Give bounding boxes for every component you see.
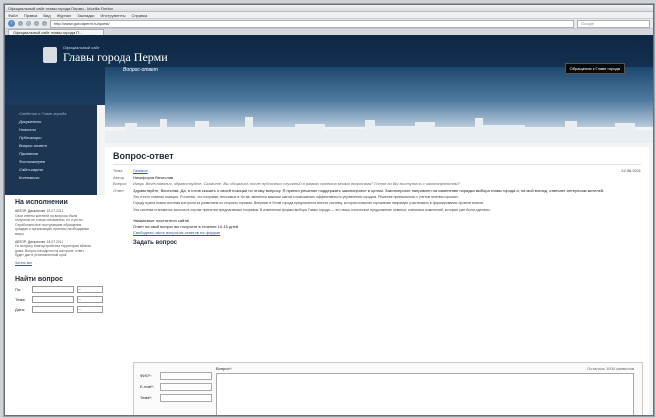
find-label: Дата: xyxy=(15,306,25,312)
menu-item-view[interactable]: Вид xyxy=(43,13,50,18)
news-meta: АВТОР: Дисконтинг xyxy=(15,239,46,244)
find-row: Тема: — xyxy=(15,295,105,303)
answer-text: Здравствуйте, Вячеслав. Да, я готов сказ… xyxy=(133,187,605,193)
name-label: ФИО*: xyxy=(140,373,152,378)
find-input[interactable] xyxy=(32,285,74,293)
question-textarea[interactable] xyxy=(216,373,634,415)
theme-row: Тема Газовое 22.06.2011 xyxy=(113,168,641,174)
news-date: 18.07.2011 xyxy=(46,239,64,244)
news-item[interactable]: АВТОР: Дисконтинг 18.07.2011 Свои ответы… xyxy=(15,209,91,237)
sidebar-item-documents[interactable]: Документы xyxy=(19,118,97,126)
question-date: 22.06.2011 xyxy=(621,168,641,173)
window-title: Официальный сайт главы города Перми - Mo… xyxy=(8,5,113,11)
news-item[interactable]: АВТОР: Дисконтинг 18.07.2011 По вопросу … xyxy=(15,240,91,258)
stop-icon[interactable]: × xyxy=(34,21,39,26)
find-question-heading: Найти вопрос xyxy=(15,275,63,283)
question-text: Игорь Вячеславович, здравствуйте. Скажит… xyxy=(133,181,460,186)
theme-link[interactable]: Газовое xyxy=(133,168,148,173)
question-label: Вопрос xyxy=(113,181,127,186)
info-links: Уважаемые посетители сайта! Ответ на сво… xyxy=(133,218,641,236)
menu-bar: Файл Правка Вид Журнал Закладки Инструме… xyxy=(5,12,653,19)
divider xyxy=(113,164,641,165)
reload-icon[interactable]: ↻ xyxy=(26,21,31,26)
address-bar[interactable]: http://www.gorodperm.ru/quest/ xyxy=(50,19,574,28)
news-text: Свои ответы жителей на вопросы были полу… xyxy=(15,213,90,236)
author-value: Никифоров Вячеслав xyxy=(133,174,174,180)
browser-window: Официальный сайт главы города Перми - Mo… xyxy=(4,4,654,416)
name-field[interactable] xyxy=(160,372,212,380)
sidebar-item-qa[interactable]: Вопрос-ответ xyxy=(19,142,97,150)
sidebar-item-contacts[interactable]: Контакты xyxy=(19,174,97,182)
find-input[interactable] xyxy=(32,295,74,303)
left-pane: На исполнении АВТОР: Дисконтинг 18.07.20… xyxy=(5,195,106,415)
ask-question-heading: Задать вопрос xyxy=(133,240,178,247)
menu-item-help[interactable]: Справка xyxy=(131,13,147,18)
sidebar-item-publications[interactable]: Публикации xyxy=(19,134,97,142)
find-select[interactable]: — xyxy=(77,295,103,303)
section-banner: Вопрос-ответ xyxy=(105,67,653,141)
find-label: По: xyxy=(15,286,22,292)
theme-field-label: Тема*: xyxy=(140,395,153,400)
author-label: Автор xyxy=(113,174,124,180)
menu-item-bookmarks[interactable]: Закладки xyxy=(77,13,94,18)
answer-paragraph: Это и есть главная позиция. Я считаю, чт… xyxy=(133,195,459,199)
page-title: Вопрос-ответ xyxy=(113,151,174,161)
news-text: По вопросу благоустройства территории вб… xyxy=(15,244,91,258)
menu-item-history[interactable]: Журнал xyxy=(57,13,72,18)
email-label: E-mail*: xyxy=(140,384,155,389)
in-progress-heading: На исполнении xyxy=(15,199,68,206)
coat-of-arms-icon xyxy=(43,47,57,63)
find-row: По: — xyxy=(15,285,105,293)
question-field-label: Вопрос*: xyxy=(216,366,233,371)
navigation-toolbar: ‹ › ↻ × ⌂ http://www.gorodperm.ru/quest/… xyxy=(5,19,653,29)
search-input[interactable]: Google xyxy=(577,19,650,28)
sidebar-item-about[interactable]: Сведения о Главе города xyxy=(19,110,97,118)
read-all-link[interactable]: Читать все xyxy=(15,261,32,265)
menu-item-file[interactable]: Файл xyxy=(8,13,18,18)
main-content: Вопрос-ответ Тема Газовое 22.06.2011 Авт… xyxy=(105,147,649,415)
theme-label: Тема xyxy=(113,168,123,173)
question-row: Вопрос Игорь Вячеславович, здравствуйте.… xyxy=(113,181,641,187)
forum-link[interactable]: Свободная часть вопросов-ответов на фору… xyxy=(133,230,641,236)
news-meta: АВТОР: Дисконтинг xyxy=(15,209,46,213)
answer-paragraph: Эта система становится залогом в случае … xyxy=(133,207,491,212)
appeal-button[interactable]: Обращения к Главе города xyxy=(564,63,625,74)
sidebar-item-gallery[interactable]: Фотогалерея xyxy=(19,158,97,166)
find-select[interactable]: — xyxy=(77,285,103,293)
author-row: Автор Никифоров Вячеслав xyxy=(113,175,641,181)
home-icon[interactable]: ⌂ xyxy=(42,21,47,26)
banner-label: Вопрос-ответ xyxy=(123,67,158,73)
sidebar-item-reception[interactable]: Приемная xyxy=(19,150,97,158)
email-field[interactable] xyxy=(160,383,212,391)
answer-paragraph: Городу нужна новая система контроля за р… xyxy=(133,201,485,206)
find-row: Дата: — xyxy=(15,305,105,313)
sidebar-item-news[interactable]: Новости xyxy=(19,126,97,134)
sidebar-item-sitemap[interactable]: Сайт-карта xyxy=(19,166,97,174)
char-counter: Осталось 1000 символов xyxy=(587,366,634,371)
menu-item-tools[interactable]: Инструменты xyxy=(101,13,126,18)
find-select[interactable]: — xyxy=(77,305,103,313)
window-titlebar: Официальный сайт главы города Перми - Mo… xyxy=(5,5,653,12)
site-title[interactable]: Главы города Перми xyxy=(63,50,168,65)
web-page: Официальный сайт Главы города Перми Обра… xyxy=(5,35,653,415)
theme-select[interactable] xyxy=(160,394,212,402)
menu-item-edit[interactable]: Правка xyxy=(24,13,38,18)
find-label: Тема: xyxy=(15,296,26,302)
ask-question-form: ФИО*: E-mail*: Тема*: Вопрос*: Осталось … xyxy=(133,362,643,415)
news-date: 18.07.2011 xyxy=(46,209,64,213)
answer-row: Ответ Здравствуйте, Вячеслав. Да, я гото… xyxy=(113,188,641,194)
back-icon[interactable]: ‹ xyxy=(8,20,15,27)
answer-label: Ответ xyxy=(113,187,124,193)
forward-icon[interactable]: › xyxy=(18,21,23,26)
find-input[interactable] xyxy=(32,305,74,313)
